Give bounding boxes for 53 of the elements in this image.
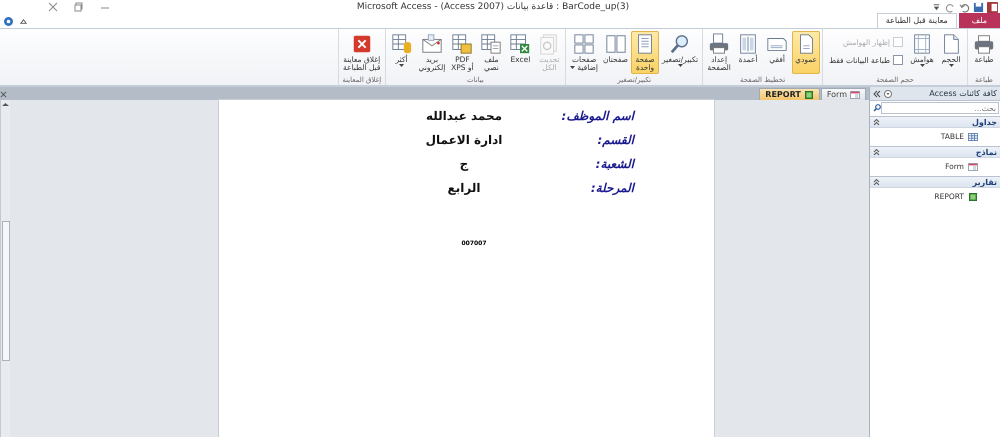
- printer-icon: [973, 33, 995, 55]
- caret-icon[interactable]: [570, 66, 576, 70]
- field-value: الرابع: [446, 180, 482, 197]
- close-icon[interactable]: [48, 2, 58, 12]
- help-icon[interactable]: [4, 17, 13, 26]
- table-icon: [968, 132, 978, 140]
- field-value: محمد عبدالله: [424, 108, 504, 125]
- form-icon: [968, 162, 978, 170]
- nav-section-header[interactable]: جداول: [870, 116, 1000, 128]
- ribbon-tab[interactable]: ملف: [958, 13, 1000, 28]
- window-title: BarCode_up(3) : قاعدة بيانات (Access 2007) - Microsoft Access: [356, 2, 630, 12]
- text-file-icon: [480, 33, 502, 55]
- vertical-scrollbar[interactable]: [0, 100, 10, 437]
- field-label: الشعبة:: [594, 156, 634, 173]
- caret-icon[interactable]: [678, 64, 683, 67]
- report-icon: [804, 90, 814, 98]
- field-value: ج: [458, 156, 470, 173]
- collapse-icon[interactable]: [873, 118, 880, 126]
- dropdown-icon[interactable]: [884, 90, 892, 98]
- margins-icon: [911, 33, 933, 55]
- collapse-pane-icon[interactable]: [873, 90, 881, 98]
- restore-icon[interactable]: [74, 2, 84, 12]
- document-tab[interactable]: Form: [820, 88, 866, 100]
- email-icon: [420, 33, 443, 55]
- collapse-icon[interactable]: [873, 178, 880, 186]
- nav-pane-title: كافة كائنات Access: [928, 89, 997, 98]
- page-setup-icon: [708, 33, 730, 55]
- more-pages-icon: [573, 33, 596, 55]
- more-icon: [390, 33, 412, 55]
- collapse-icon[interactable]: [873, 148, 880, 156]
- field-label: القسم:: [596, 132, 634, 150]
- caret-icon[interactable]: [948, 64, 954, 67]
- field-label: اسم الموظف:: [560, 108, 634, 126]
- search-icon[interactable]: [873, 104, 881, 112]
- pdf-icon: [451, 33, 474, 55]
- caret-icon[interactable]: [399, 64, 404, 67]
- form-icon: [850, 90, 860, 98]
- ribbon-tab[interactable]: معاينة قبل الطباعة: [876, 13, 957, 28]
- save-icon[interactable]: [973, 2, 984, 12]
- two-pages-icon: [604, 33, 627, 55]
- caret-icon[interactable]: [920, 64, 924, 67]
- undo-icon[interactable]: [959, 2, 970, 12]
- nav-section-header[interactable]: نماذج: [870, 146, 1000, 158]
- collapse-ribbon-icon[interactable]: [19, 17, 28, 26]
- excel-icon: [509, 33, 532, 55]
- nav-section-header[interactable]: تقارير: [870, 176, 1000, 188]
- field-value: ادارة الاعمال: [424, 132, 504, 149]
- document-tab[interactable]: REPORT: [759, 88, 820, 100]
- field-label: المرحلة:: [590, 180, 634, 198]
- report-icon: [968, 192, 978, 200]
- customize-dropdown-icon[interactable]: [931, 2, 942, 12]
- close-icon[interactable]: [0, 91, 7, 98]
- scroll-up-icon[interactable]: [2, 102, 9, 107]
